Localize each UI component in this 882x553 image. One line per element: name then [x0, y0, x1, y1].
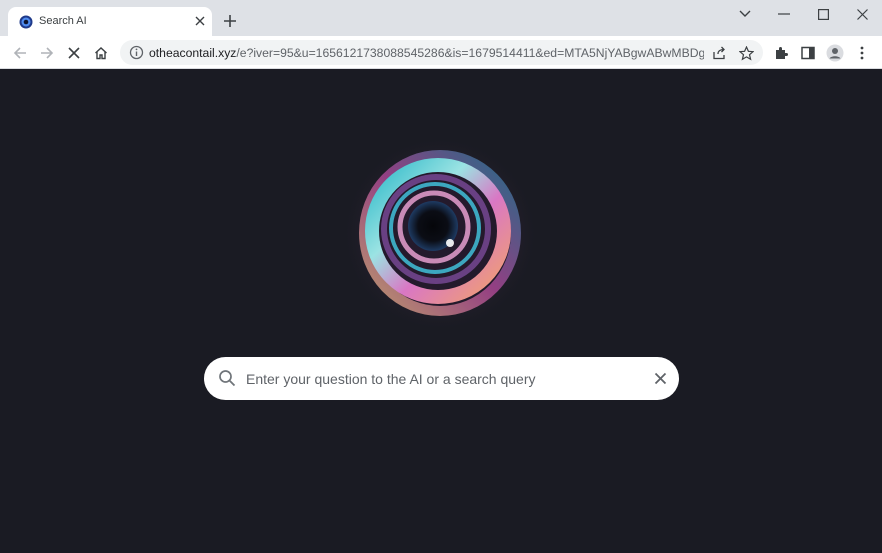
profile-avatar-icon[interactable]	[826, 44, 844, 62]
bookmark-star-icon[interactable]	[737, 44, 755, 62]
swirl-orb-logo	[342, 137, 538, 332]
back-arrow-icon[interactable]	[11, 44, 29, 62]
extensions-puzzle-icon[interactable]	[772, 44, 790, 62]
minimize-icon[interactable]	[776, 6, 792, 22]
tab-search-chevron-icon[interactable]	[737, 6, 753, 22]
page-content	[0, 69, 882, 553]
address-path: /e?iver=95&u=1656121738088545286&is=1679…	[236, 46, 704, 60]
address-url[interactable]: otheacontail.xyz/e?iver=95&u=16561217380…	[149, 46, 704, 60]
forward-arrow-icon[interactable]	[38, 44, 56, 62]
address-host: otheacontail.xyz	[149, 46, 237, 60]
share-icon[interactable]	[710, 44, 728, 62]
new-tab-button[interactable]	[222, 13, 238, 29]
browser-menu-icon[interactable]	[853, 44, 871, 62]
close-window-icon[interactable]	[854, 6, 870, 22]
clear-search-icon[interactable]	[654, 372, 667, 385]
search-input[interactable]	[246, 364, 641, 393]
tab-strip: Search AI	[0, 0, 882, 36]
browser-toolbar: otheacontail.xyz/e?iver=95&u=16561217380…	[0, 36, 882, 69]
search-icon	[219, 370, 236, 387]
side-panel-icon[interactable]	[799, 44, 817, 62]
home-icon[interactable]	[92, 44, 110, 62]
search-bar	[204, 357, 679, 400]
tab-close-icon[interactable]	[194, 15, 206, 27]
tab-title: Search AI	[39, 15, 87, 27]
site-info-icon[interactable]	[129, 45, 144, 60]
tab-search-ai[interactable]: Search AI	[8, 7, 212, 36]
address-bar[interactable]: otheacontail.xyz/e?iver=95&u=16561217380…	[120, 40, 763, 65]
swirl-favicon-icon	[19, 15, 33, 29]
stop-loading-icon[interactable]	[65, 44, 83, 62]
maximize-icon[interactable]	[815, 6, 831, 22]
